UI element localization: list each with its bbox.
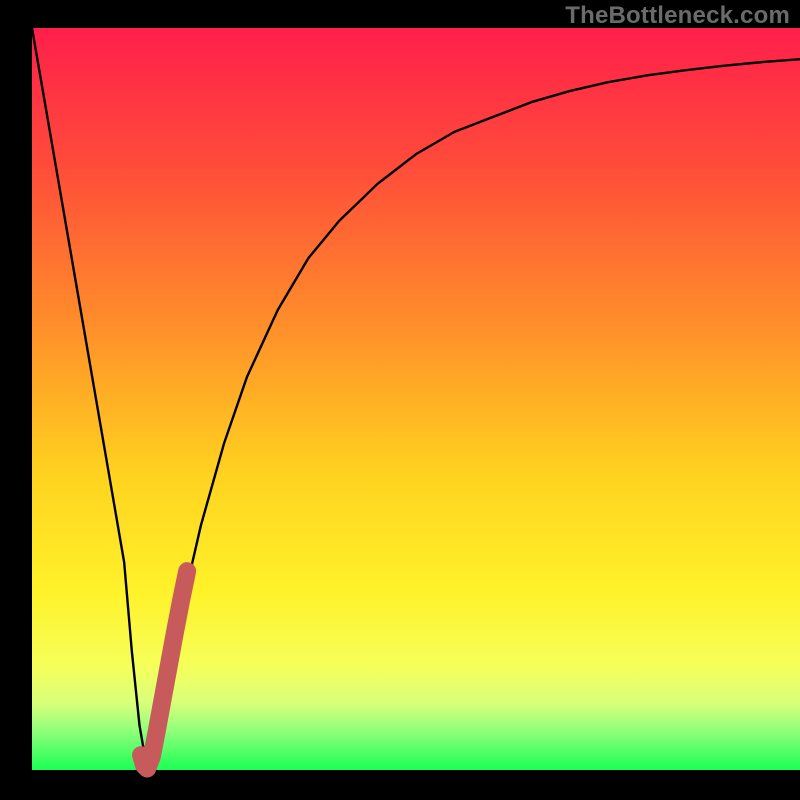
bottleneck-chart <box>0 0 800 800</box>
chart-frame: TheBottleneck.com <box>0 0 800 800</box>
watermark-text: TheBottleneck.com <box>565 2 790 30</box>
plot-area <box>32 28 800 770</box>
